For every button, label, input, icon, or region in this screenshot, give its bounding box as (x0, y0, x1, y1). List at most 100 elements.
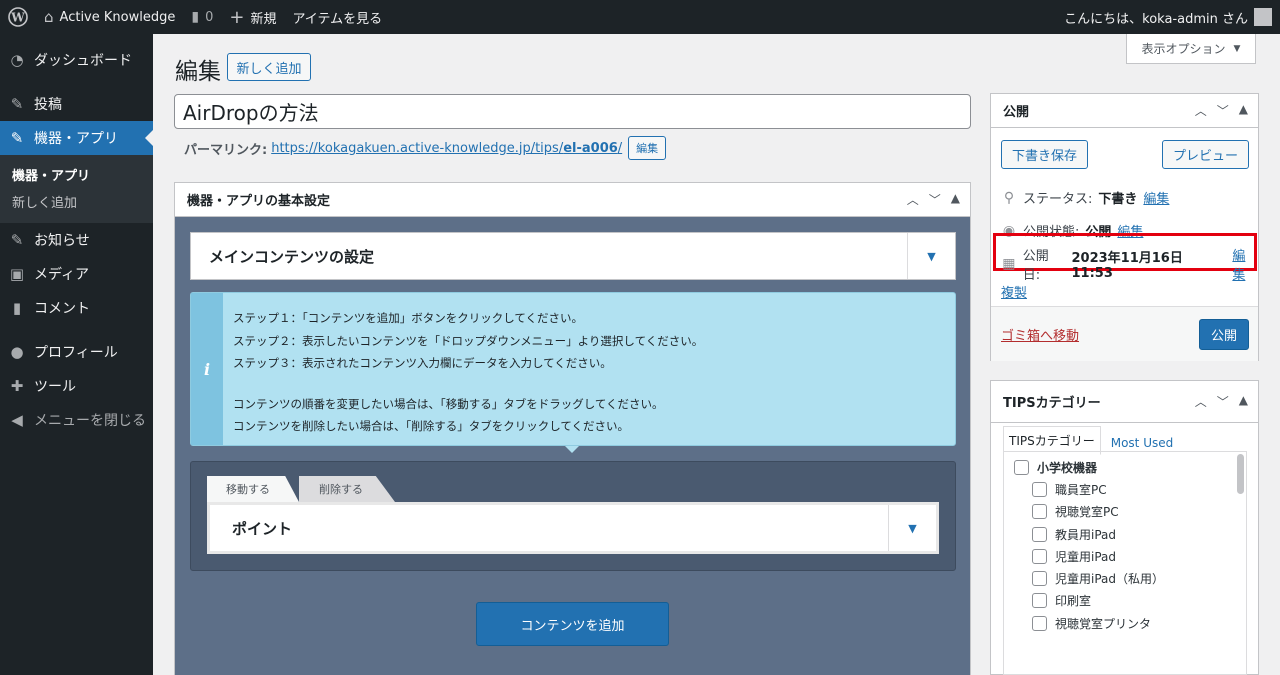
site-name-link[interactable]: ⌂ Active Knowledge (36, 0, 183, 34)
user-icon: ● (10, 343, 24, 361)
account-menu[interactable]: こんにちは、koka-admin さん (1064, 8, 1280, 27)
delete-tab[interactable]: 削除する (299, 476, 395, 502)
category-label: 視聴覚室PC (1055, 505, 1119, 520)
submenu-item-add-new[interactable]: 新しく追加 (0, 188, 153, 215)
permalink-label: パーマリンク: (184, 142, 268, 158)
post-title-input[interactable]: AirDropの方法 (174, 94, 971, 129)
category-checkbox[interactable] (1032, 526, 1047, 542)
wp-logo-menu[interactable]: W (0, 0, 36, 34)
category-checkbox[interactable] (1032, 504, 1047, 520)
acf-box-title: 機器・アプリの基本設定 (187, 194, 331, 209)
main-content-settings-row[interactable]: メインコンテンツの設定 ▼ (190, 232, 956, 280)
caret-down-icon: ▼ (1233, 43, 1241, 54)
new-content-menu[interactable]: + 新規 (221, 0, 284, 34)
screen-options-label: 表示オプション (1141, 42, 1226, 56)
info-line (233, 375, 703, 393)
move-down-icon[interactable]: ﹀ (1217, 393, 1229, 410)
move-up-icon[interactable]: ︿ (1195, 393, 1207, 410)
comments-link[interactable]: ▮ 0 (183, 0, 221, 34)
caret-down-icon[interactable]: ▼ (888, 505, 936, 551)
category-item[interactable]: 教員用iPad (1014, 523, 1246, 545)
menu-label: メニューを閉じる (34, 413, 146, 429)
permalink-edit-button[interactable]: 編集 (628, 136, 667, 160)
submenu-item-all[interactable]: 機器・アプリ (0, 161, 153, 188)
info-lines: ステップ１：「コンテンツを追加」ボタンをクリックしてください。 ステップ２：表示… (233, 307, 703, 438)
category-checkbox[interactable] (1032, 615, 1047, 631)
view-item-link[interactable]: アイテムを見る (284, 0, 390, 34)
menu-media[interactable]: ▣ メディア (0, 257, 153, 291)
category-item[interactable]: 職員室PC (1014, 478, 1246, 500)
publish-date-edit-link[interactable]: 編集 (1232, 245, 1258, 283)
point-row[interactable]: ポイント ▼ (207, 502, 939, 554)
move-up-icon[interactable]: ︿ (907, 191, 919, 208)
menu-label: プロフィール (34, 345, 118, 361)
category-checkbox[interactable] (1032, 571, 1047, 587)
caret-down-icon[interactable]: ▼ (907, 233, 955, 279)
add-new-button[interactable]: 新しく追加 (227, 53, 311, 81)
category-checkbox[interactable] (1014, 459, 1029, 475)
status-label: ステータス: (1023, 192, 1093, 207)
category-item[interactable]: 視聴覚室プリンタ (1014, 612, 1246, 634)
menu-label: 投稿 (34, 97, 62, 113)
menu-posts[interactable]: ✎ 投稿 (0, 87, 153, 121)
move-down-icon[interactable]: ﹀ (929, 191, 941, 208)
duplicate-link[interactable]: 複製 (1001, 282, 1027, 301)
menu-label: コメント (34, 301, 90, 317)
preview-button[interactable]: プレビュー (1161, 140, 1249, 169)
permalink-base: https://kokagakuen.active-knowledge.jp/t… (271, 140, 564, 156)
category-item[interactable]: 児童用iPad（私用） (1014, 567, 1246, 589)
category-checkbox[interactable] (1032, 481, 1047, 497)
menu-collapse[interactable]: ◀ メニューを閉じる (0, 403, 153, 437)
home-icon: ⌂ (44, 8, 54, 26)
trash-link[interactable]: ゴミ箱へ移動 (1001, 325, 1079, 344)
menu-label: メディア (34, 267, 90, 283)
move-up-icon[interactable]: ︿ (1195, 102, 1207, 119)
publish-box-header: 公開 ︿ ﹀ ▲ (991, 94, 1258, 128)
pin-icon: ✎ (10, 129, 24, 147)
category-item[interactable]: 児童用iPad (1014, 545, 1246, 567)
main-content-settings-label: メインコンテンツの設定 (209, 247, 375, 266)
status-edit-link[interactable]: 編集 (1143, 188, 1169, 207)
tips-category-box: TIPSカテゴリー ︿ ﹀ ▲ TIPSカテゴリー Most Used 小学校機… (990, 380, 1259, 675)
category-checkbox[interactable] (1032, 548, 1047, 564)
publish-button[interactable]: 公開 (1199, 319, 1249, 350)
category-label: 職員室PC (1055, 482, 1107, 497)
menu-news[interactable]: ✎ お知らせ (0, 223, 153, 257)
publish-date-row: ▦ 公開日: 2023年11月16日 11:53 編集 (1001, 245, 1258, 283)
status-row: ⚲ ステータス: 下書き 編集 (1001, 188, 1170, 208)
category-checkbox[interactable] (1032, 593, 1047, 609)
scrollbar[interactable] (1237, 454, 1244, 494)
info-line: ステップ３：表示されたコンテンツ入力欄にデータを入力してください。 (233, 356, 612, 370)
move-down-icon[interactable]: ﹀ (1217, 102, 1229, 119)
dashboard-icon: ◔ (10, 51, 24, 69)
save-draft-button[interactable]: 下書き保存 (1001, 140, 1089, 169)
menu-tools[interactable]: ✚ ツール (0, 369, 153, 403)
menu-comments[interactable]: ▮ コメント (0, 291, 153, 325)
info-icon: i (191, 293, 223, 445)
publish-box-title: 公開 (1003, 105, 1030, 120)
toggle-panel-icon[interactable]: ▲ (951, 191, 960, 208)
info-pointer (565, 446, 579, 453)
menu-profile[interactable]: ● プロフィール (0, 335, 153, 369)
permalink-row: パーマリンク: https://kokagakuen.active-knowle… (184, 136, 667, 160)
permalink-end: / (617, 140, 623, 156)
new-label: 新規 (250, 11, 277, 27)
category-item[interactable]: 視聴覚室PC (1014, 501, 1246, 523)
category-item[interactable]: 小学校機器 (1014, 456, 1246, 478)
toggle-panel-icon[interactable]: ▲ (1239, 102, 1248, 119)
acf-box-header: 機器・アプリの基本設定 ︿ ﹀ ▲ (175, 183, 970, 217)
toggle-panel-icon[interactable]: ▲ (1239, 393, 1248, 410)
category-checklist: 小学校機器職員室PC 視聴覚室PC 教員用iPad 児童用iPad 児童用iPad（私用… (1003, 451, 1247, 675)
category-item[interactable]: 印刷室 (1014, 590, 1246, 612)
menu-dashboard[interactable]: ◔ ダッシュボード (0, 43, 153, 77)
status-value: 下書き (1098, 192, 1138, 207)
screen-options-button[interactable]: 表示オプション ▼ (1126, 34, 1256, 64)
menu-devices-apps[interactable]: ✎ 機器・アプリ (0, 121, 153, 155)
acf-box-body: メインコンテンツの設定 ▼ i ステップ１：「コンテンツを追加」ボタンをクリック… (175, 217, 970, 675)
point-label: ポイント (232, 519, 293, 538)
permalink-link[interactable]: https://kokagakuen.active-knowledge.jp/t… (271, 141, 622, 156)
add-content-button[interactable]: コンテンツを追加 (476, 602, 669, 646)
move-tab[interactable]: 移動する (207, 476, 299, 502)
publish-date-value: 2023年11月16日 11:53 (1071, 251, 1183, 281)
info-line: コンテンツの順番を変更したい場合は、「移動する」タブをドラッグしてください。 (233, 396, 664, 411)
